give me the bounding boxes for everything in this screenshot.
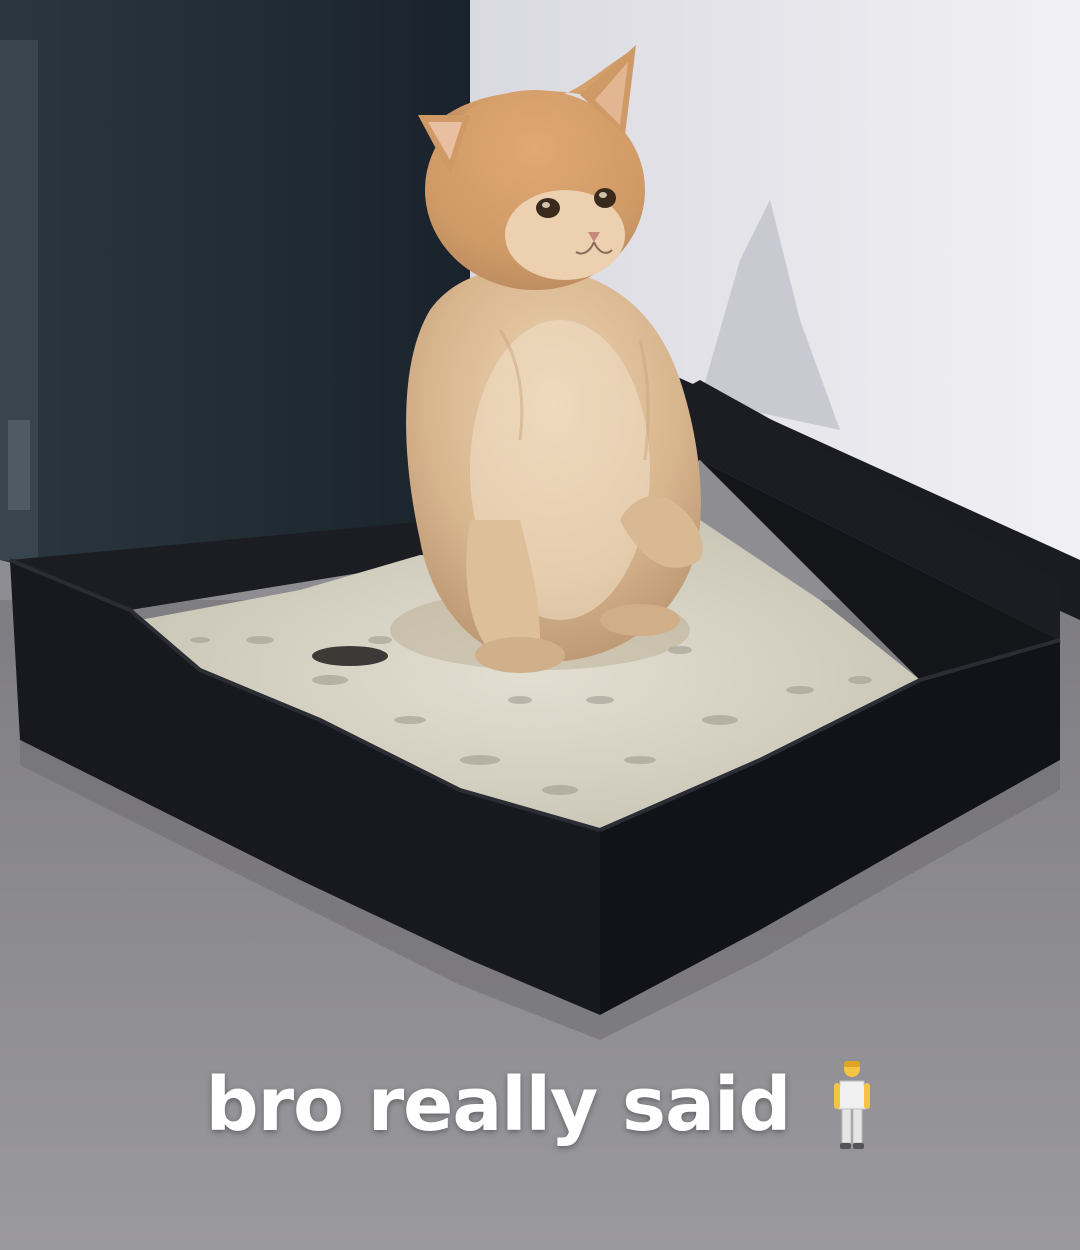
caption-text: bro really said — [205, 1062, 792, 1148]
litter-hole — [312, 646, 388, 666]
kitten-right-eye — [594, 188, 616, 208]
standing-person-icon — [834, 1061, 871, 1149]
caption-bar: bro really said — [0, 1050, 1080, 1160]
wall-left — [0, 0, 470, 570]
meme-image: bro really said — [0, 0, 1080, 1250]
kitten-left-eye — [536, 198, 560, 218]
